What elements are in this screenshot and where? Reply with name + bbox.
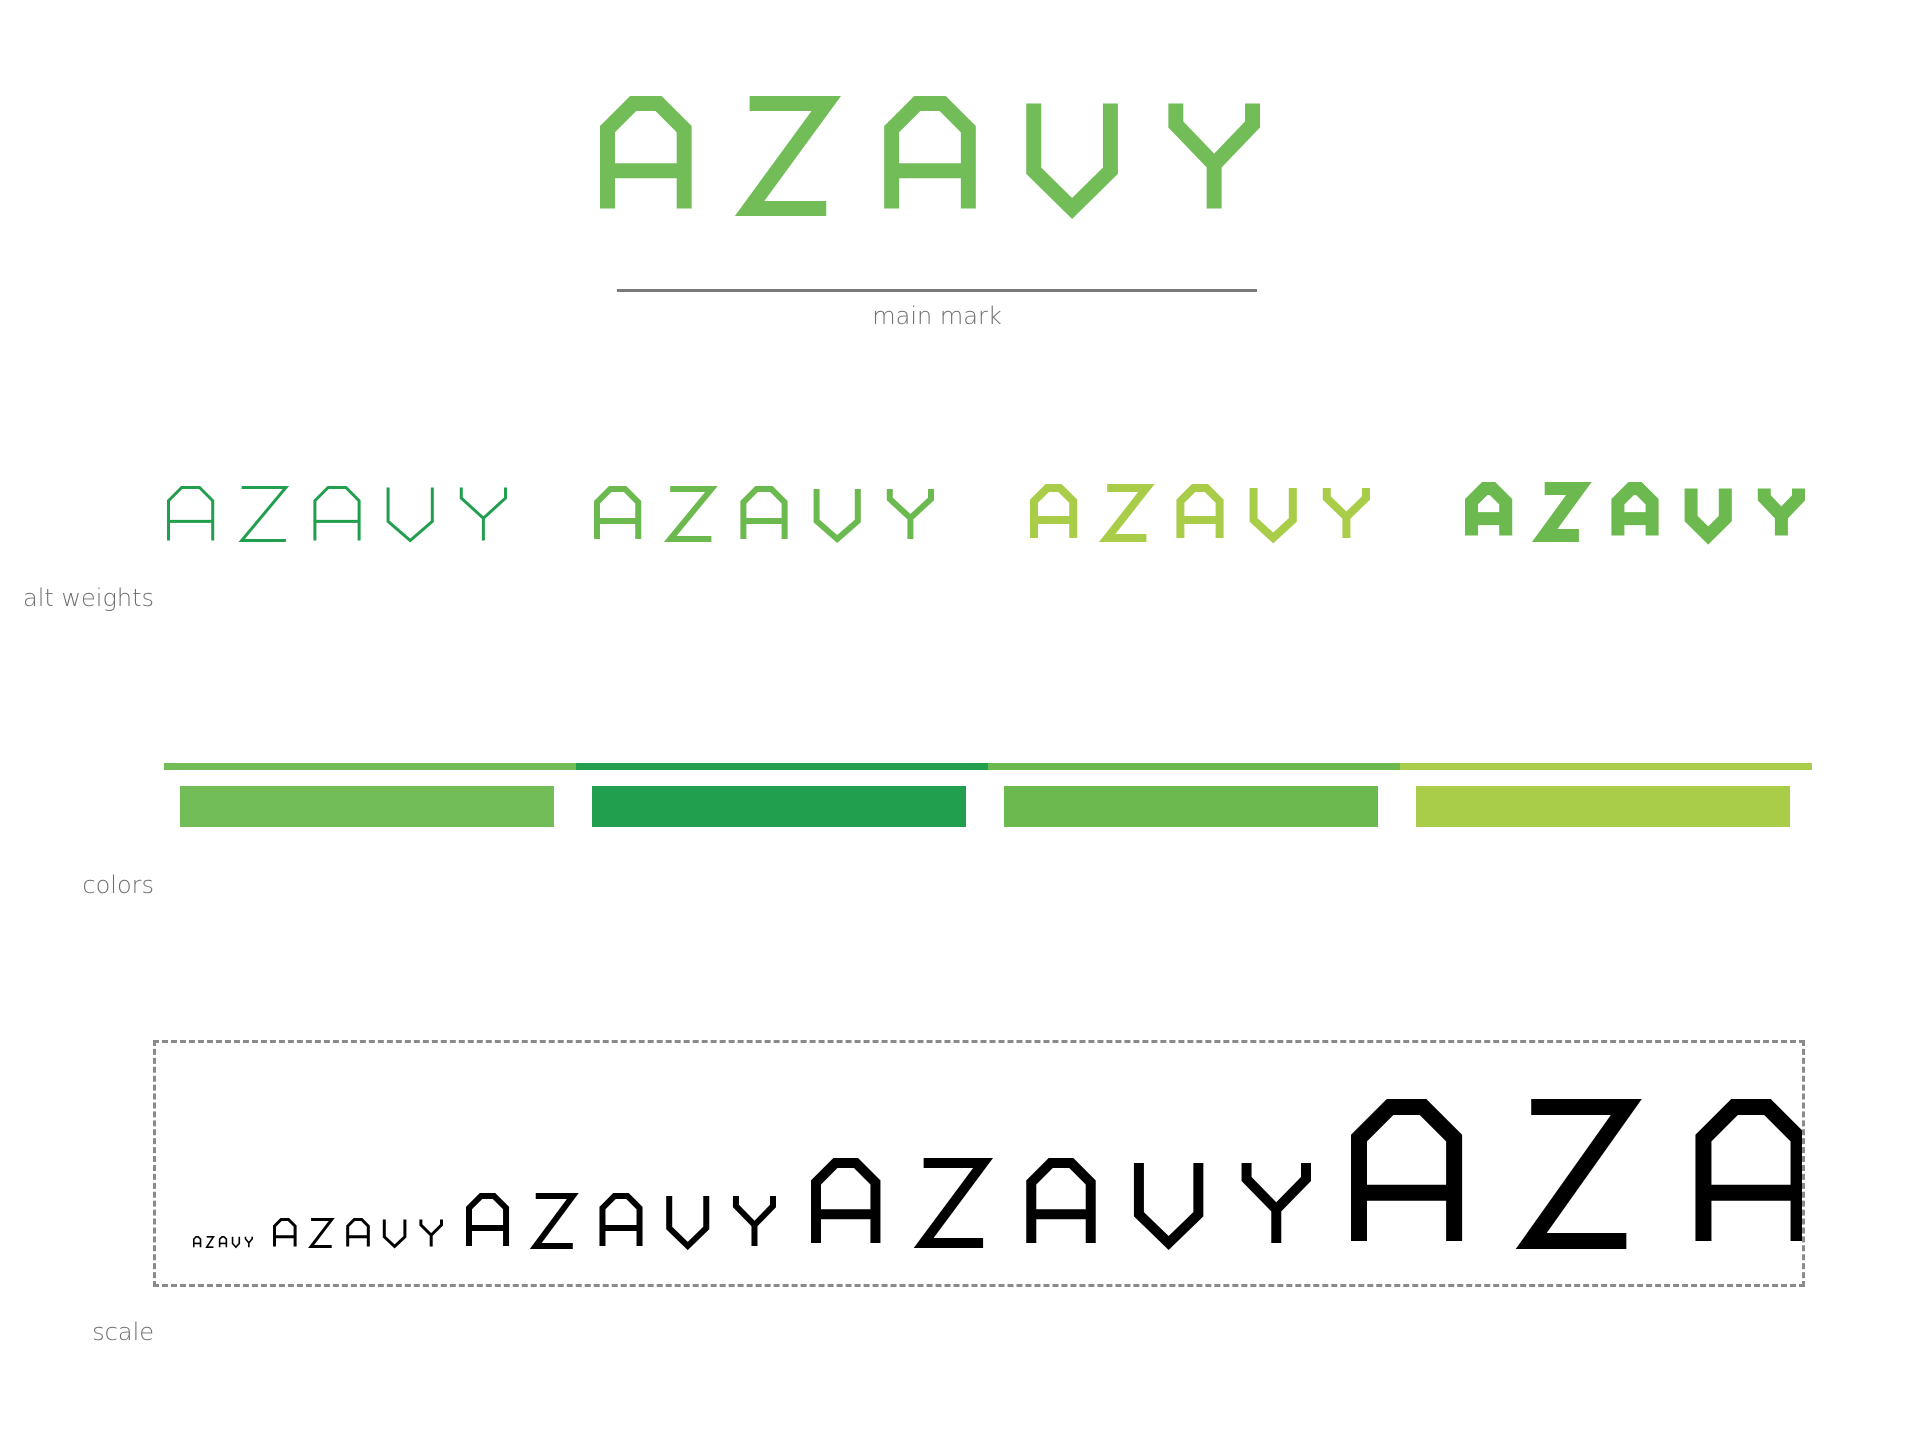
alt-weights-label: alt weights <box>22 584 154 612</box>
alt-weight-thin-wordmark <box>167 486 507 543</box>
color-bar-3 <box>988 763 1400 770</box>
scale-label: scale <box>92 1318 154 1346</box>
color-bar-4 <box>1400 763 1812 770</box>
main-logo-wordmark <box>600 96 1260 220</box>
color-bar-2 <box>576 763 988 770</box>
color-swatch-4 <box>1416 786 1790 827</box>
main-mark-divider <box>617 289 1257 292</box>
colors-label: colors <box>82 871 154 899</box>
color-swatch-3 <box>1004 786 1378 827</box>
scale-wordmark-l <box>811 1158 1311 1250</box>
color-bar-1 <box>164 763 576 770</box>
color-swatch-2 <box>592 786 966 827</box>
scale-wordmark-m <box>466 1193 776 1251</box>
main-mark-label: main mark <box>872 302 1002 330</box>
alt-weight-regular-wordmark <box>1030 484 1370 544</box>
alt-weight-light-wordmark <box>594 486 934 543</box>
scale-frame <box>153 1040 1805 1287</box>
alt-weight-bold-wordmark <box>1465 482 1805 545</box>
scale-wordmark-xl <box>1351 1099 1802 1249</box>
scale-wordmark-s <box>273 1218 443 1249</box>
scale-wordmark-xs <box>193 1236 253 1249</box>
color-swatch-1 <box>180 786 554 827</box>
